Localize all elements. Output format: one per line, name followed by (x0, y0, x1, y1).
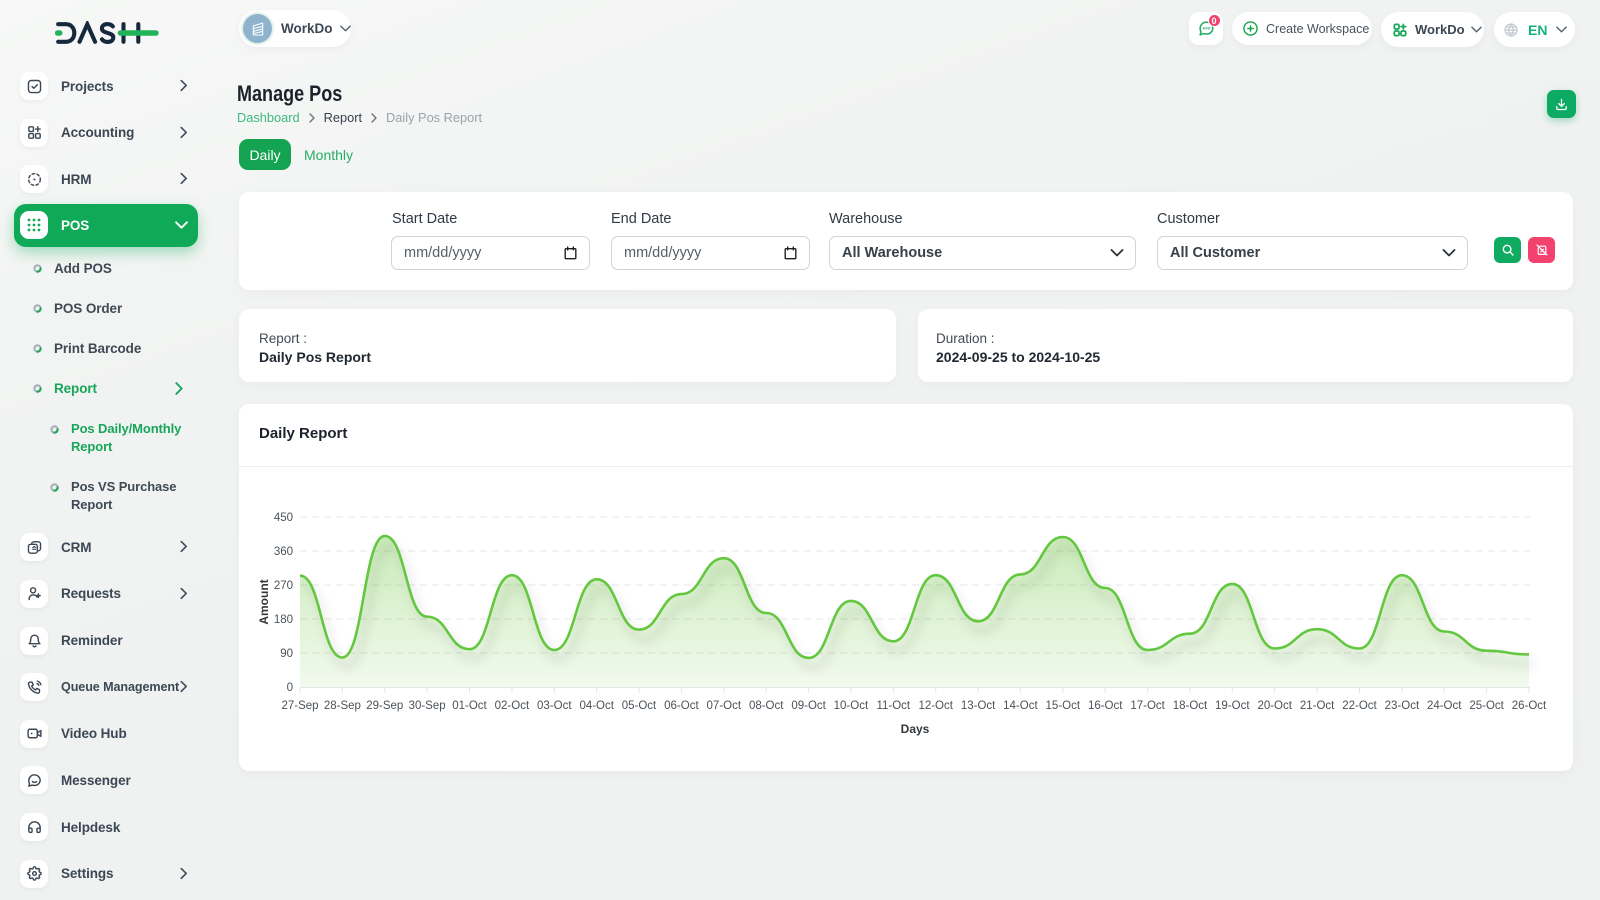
svg-text:20-Oct: 20-Oct (1257, 700, 1292, 712)
svg-text:14-Oct: 14-Oct (1003, 700, 1038, 712)
svg-text:24-Oct: 24-Oct (1427, 700, 1462, 712)
svg-text:26-Oct: 26-Oct (1512, 700, 1547, 712)
svg-text:29-Sep: 29-Sep (366, 700, 403, 712)
svg-text:09-Oct: 09-Oct (791, 700, 826, 712)
svg-text:03-Oct: 03-Oct (537, 700, 572, 712)
svg-text:23-Oct: 23-Oct (1385, 700, 1420, 712)
svg-text:12-Oct: 12-Oct (918, 700, 953, 712)
svg-text:18-Oct: 18-Oct (1173, 700, 1208, 712)
svg-text:270: 270 (274, 580, 293, 592)
svg-text:Amount: Amount (257, 579, 271, 624)
svg-text:360: 360 (274, 546, 293, 558)
svg-text:27-Sep: 27-Sep (281, 700, 318, 712)
svg-text:28-Sep: 28-Sep (324, 700, 361, 712)
svg-text:180: 180 (274, 614, 293, 626)
svg-text:04-Oct: 04-Oct (579, 700, 614, 712)
svg-text:06-Oct: 06-Oct (664, 700, 699, 712)
svg-text:11-Oct: 11-Oct (876, 700, 910, 712)
svg-text:19-Oct: 19-Oct (1215, 700, 1250, 712)
svg-text:05-Oct: 05-Oct (622, 700, 657, 712)
svg-text:22-Oct: 22-Oct (1342, 700, 1377, 712)
svg-text:25-Oct: 25-Oct (1469, 700, 1504, 712)
svg-text:21-Oct: 21-Oct (1300, 700, 1335, 712)
svg-text:10-Oct: 10-Oct (834, 700, 869, 712)
svg-text:07-Oct: 07-Oct (707, 700, 742, 712)
svg-text:0: 0 (287, 682, 293, 694)
svg-text:02-Oct: 02-Oct (495, 700, 530, 712)
svg-text:17-Oct: 17-Oct (1130, 700, 1165, 712)
svg-text:450: 450 (274, 512, 293, 524)
svg-text:30-Sep: 30-Sep (409, 700, 446, 712)
svg-text:15-Oct: 15-Oct (1046, 700, 1081, 712)
svg-text:01-Oct: 01-Oct (452, 700, 487, 712)
svg-text:13-Oct: 13-Oct (961, 700, 996, 712)
svg-text:16-Oct: 16-Oct (1088, 700, 1123, 712)
svg-text:90: 90 (280, 648, 293, 660)
svg-text:08-Oct: 08-Oct (749, 700, 784, 712)
svg-text:Days: Days (901, 722, 930, 736)
